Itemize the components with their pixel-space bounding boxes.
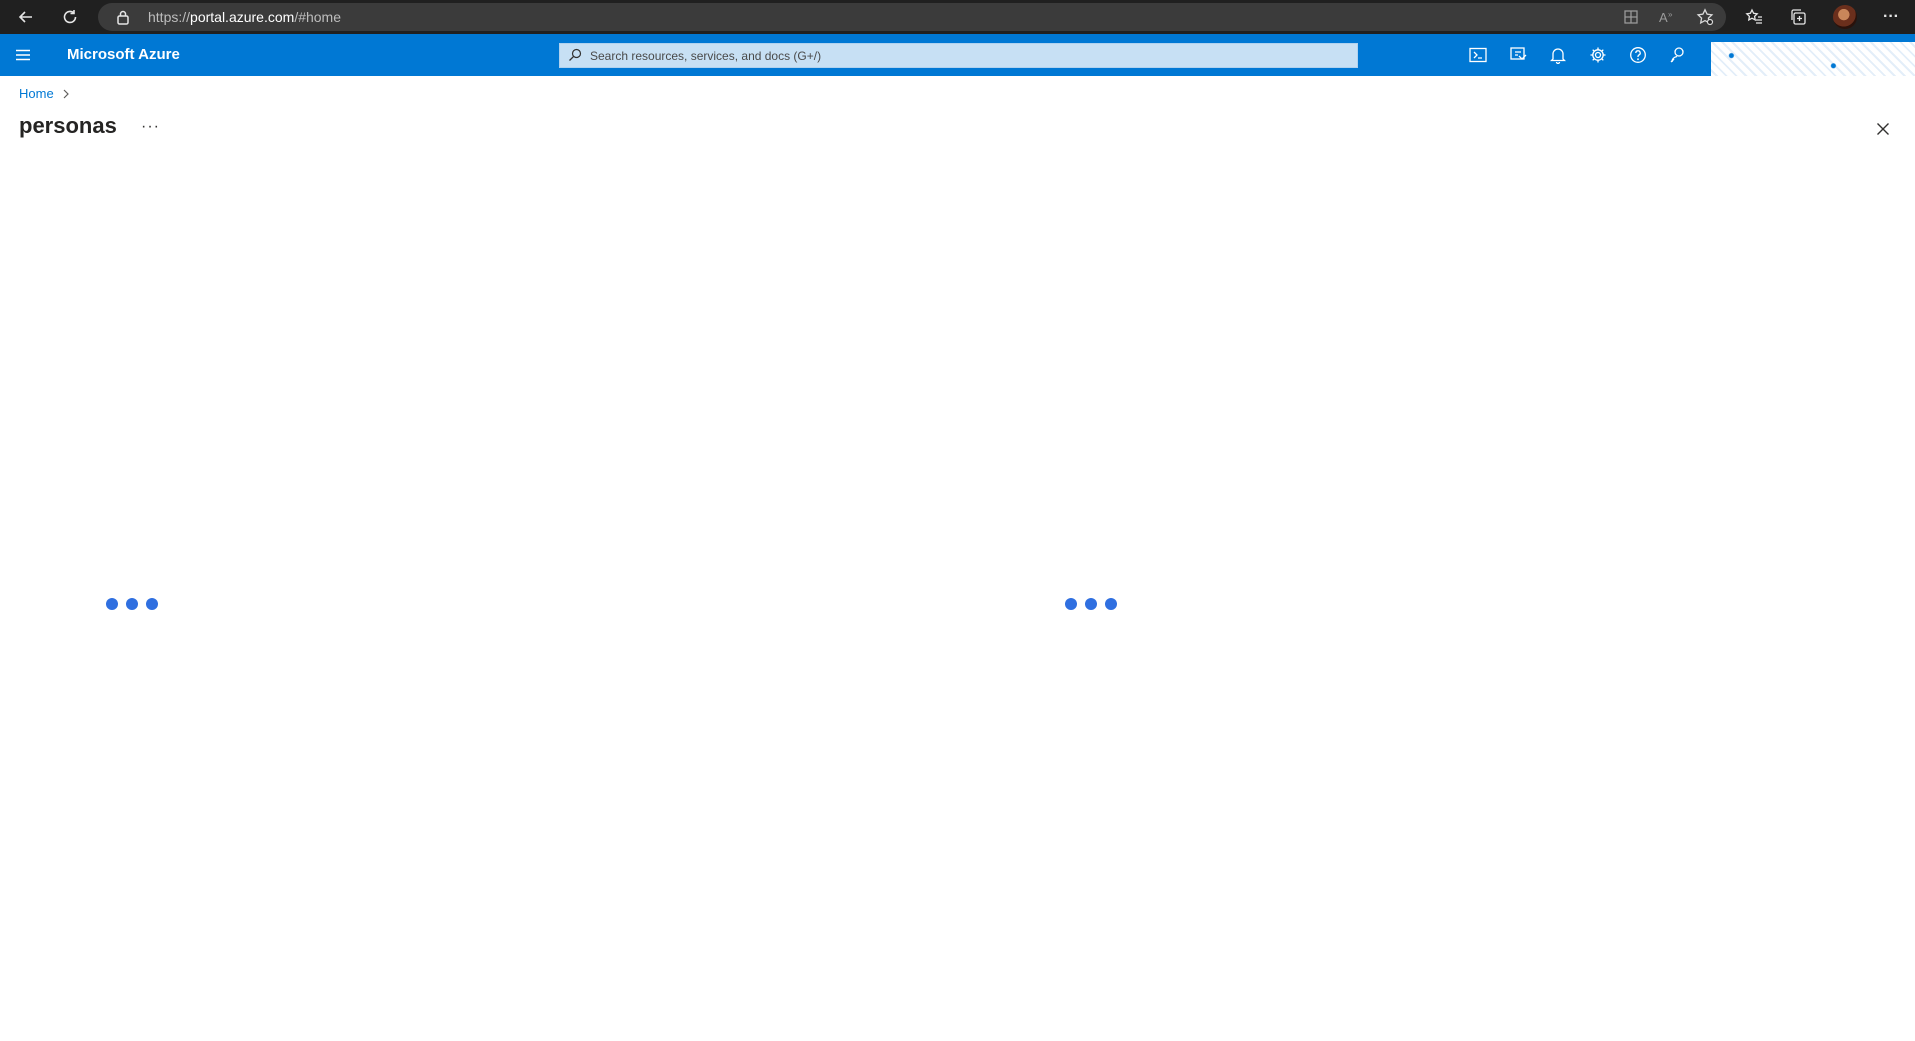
browser-profile-avatar[interactable] xyxy=(1833,5,1857,29)
feedback-icon[interactable] xyxy=(1658,34,1698,76)
lock-icon xyxy=(116,9,130,30)
browser-menu-button[interactable]: ··· xyxy=(1874,0,1908,34)
notifications-bell-icon[interactable] xyxy=(1538,34,1578,76)
loading-dot xyxy=(1085,598,1097,610)
url-text: https://portal.azure.com/#home xyxy=(148,9,342,25)
loading-dot xyxy=(1065,598,1077,610)
breadcrumb-home-link[interactable]: Home xyxy=(19,86,54,101)
help-icon[interactable] xyxy=(1618,34,1658,76)
address-bar[interactable]: https://portal.azure.com/#home xyxy=(98,3,1726,31)
svg-text:»: » xyxy=(1668,10,1673,19)
portal-header: Microsoft Azure xyxy=(0,34,1915,76)
back-icon[interactable] xyxy=(9,0,43,34)
refresh-icon[interactable] xyxy=(53,0,87,34)
loading-dot xyxy=(126,598,138,610)
search-input[interactable] xyxy=(590,44,1330,67)
app-available-icon[interactable] xyxy=(1614,0,1648,34)
read-aloud-icon[interactable]: A» xyxy=(1650,0,1684,34)
svg-text:A: A xyxy=(1659,10,1668,25)
loading-dot xyxy=(146,598,158,610)
loading-dot xyxy=(106,598,118,610)
search-icon xyxy=(568,48,582,67)
search-box[interactable] xyxy=(559,43,1358,68)
collections-icon[interactable] xyxy=(1781,0,1815,34)
loading-indicator xyxy=(106,598,158,610)
chevron-right-icon xyxy=(62,89,70,99)
page-title: personas xyxy=(19,113,117,138)
favorites-icon[interactable] xyxy=(1737,0,1771,34)
portal-brand[interactable]: Microsoft Azure xyxy=(67,34,180,76)
settings-gear-icon[interactable] xyxy=(1578,34,1618,76)
browser-toolbar: https://portal.azure.com/#home A» ··· xyxy=(0,0,1915,34)
loading-indicator xyxy=(1065,598,1117,610)
close-icon[interactable] xyxy=(1871,117,1895,141)
hamburger-menu-icon[interactable] xyxy=(10,42,36,68)
account-menu[interactable] xyxy=(1711,42,1915,76)
directory-filter-icon[interactable] xyxy=(1498,34,1538,76)
loading-dot xyxy=(1105,598,1117,610)
cloud-shell-icon[interactable] xyxy=(1458,34,1498,76)
add-favorite-icon[interactable] xyxy=(1688,0,1722,34)
more-options-button[interactable]: ··· xyxy=(141,118,160,136)
browser-menu-label: ··· xyxy=(1883,8,1899,25)
breadcrumb: Home xyxy=(19,86,70,101)
